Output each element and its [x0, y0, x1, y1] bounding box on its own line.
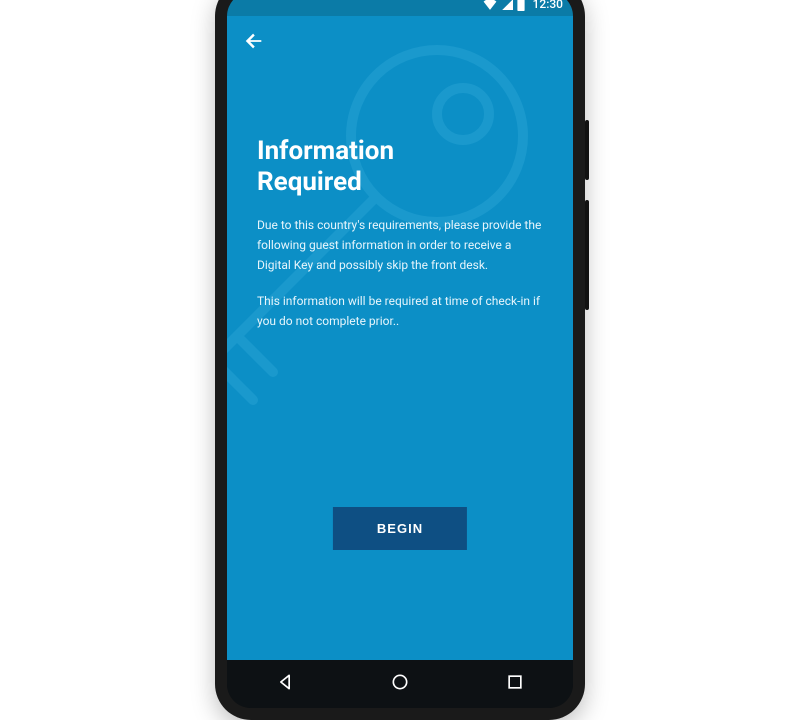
content: Information Required Due to this country… [257, 136, 543, 347]
page-title: Information Required [257, 136, 543, 198]
title-line: Information [257, 136, 394, 166]
nav-back-button[interactable] [275, 672, 295, 696]
back-button[interactable] [243, 30, 265, 56]
body-paragraph: This information will be required at tim… [257, 292, 543, 332]
nav-home-button[interactable] [390, 672, 410, 696]
arrow-left-icon [243, 30, 265, 52]
app-body: Information Required Due to this country… [227, 16, 573, 660]
square-recent-icon [505, 672, 525, 692]
title-line: Required [257, 167, 362, 197]
cell-signal-icon [501, 0, 513, 10]
status-bar: 12:30 [227, 0, 573, 16]
android-nav-bar [227, 660, 573, 708]
body-paragraph: Due to this country's requirements, plea… [257, 216, 543, 275]
phone-frame: 12:30 Information [215, 0, 585, 720]
nav-recent-button[interactable] [505, 672, 525, 696]
wifi-icon [483, 0, 497, 10]
battery-icon [517, 0, 525, 11]
triangle-back-icon [275, 672, 295, 692]
phone-screen: 12:30 Information [227, 0, 573, 708]
begin-button[interactable]: BEGIN [333, 507, 467, 550]
circle-home-icon [390, 672, 410, 692]
status-time: 12:30 [533, 0, 563, 11]
